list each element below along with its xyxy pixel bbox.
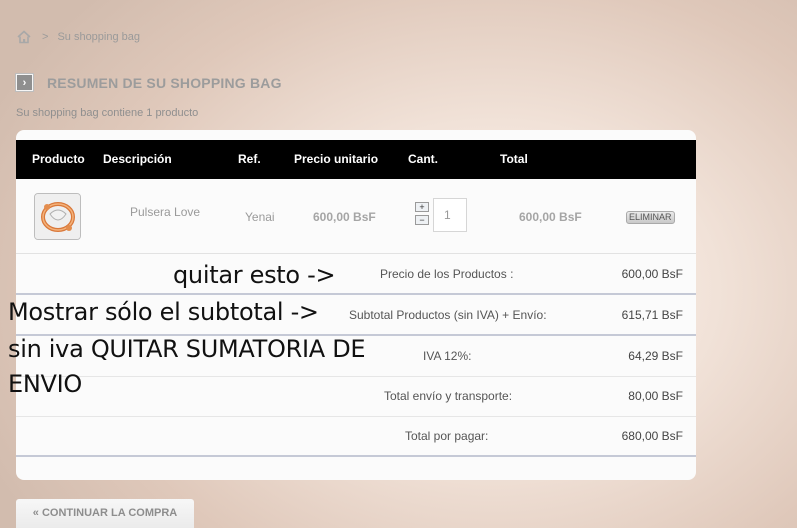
product-description[interactable]: Pulsera Love [130,205,200,219]
quantity-buttons: + − [415,202,429,228]
delete-button[interactable]: ELIMINAR [626,211,675,224]
row-total: 600,00 BsF [519,210,582,224]
arrow-right-icon: › [16,74,33,91]
qty-plus-button[interactable]: + [415,202,429,212]
table-header: Producto Descripción Ref. Precio unitari… [16,140,696,179]
summary-label: Subtotal Productos (sin IVA) + Envío: [349,308,547,322]
header-producto: Producto [32,152,85,166]
summary-label: Total por pagar: [405,429,489,443]
annotation-subtotal-line2: sin iva QUITAR SUMATORIA DE [8,335,366,363]
annotation-subtotal-line1: Mostrar sólo el subtotal -> [8,298,319,326]
header-total: Total [500,152,528,166]
header-descripcion: Descripción [103,152,172,166]
summary-value: 64,29 BsF [628,349,683,363]
product-ref: Yenai [245,210,275,224]
annotation-subtotal-line3: ENVIO [8,370,83,398]
header-cantidad: Cant. [408,152,438,166]
qty-minus-button[interactable]: − [415,215,429,225]
breadcrumb-current: Su shopping bag [57,31,141,43]
summary-label: IVA 12%: [423,349,472,363]
continue-shopping-button[interactable]: « CONTINUAR LA COMPRA [16,499,194,528]
home-icon[interactable] [16,30,32,44]
summary-row-shipping: Total envío y transporte: 80,00 BsF [16,376,696,417]
summary-label: Precio de los Productos : [380,267,514,281]
summary-value: 600,00 BsF [621,267,683,281]
page-title: RESUMEN DE SU SHOPPING BAG [47,74,282,91]
breadcrumb-separator: > [42,31,49,43]
section-heading: › RESUMEN DE SU SHOPPING BAG [16,74,282,91]
annotation-quitar-esto: quitar esto -> [173,261,336,289]
bag-count-text: Su shopping bag contiene 1 producto [16,107,199,119]
summary-value: 680,00 BsF [621,429,683,443]
breadcrumb: > Su shopping bag [16,29,140,45]
bracelet-thumbnail[interactable] [34,193,81,240]
summary-row-products-price: Precio de los Productos : 600,00 BsF [16,254,696,295]
quantity-input[interactable]: 1 [433,198,467,232]
table-row: Pulsera Love Yenai 600,00 BsF + − 1 600,… [16,179,696,254]
summary-label: Total envío y transporte: [384,389,513,403]
unit-price: 600,00 BsF [313,210,376,224]
summary-row-total: Total por pagar: 680,00 BsF [16,416,696,457]
summary-value: 615,71 BsF [621,308,683,322]
header-ref: Ref. [238,152,261,166]
summary-value: 80,00 BsF [628,389,683,403]
header-precio-unitario: Precio unitario [294,152,379,166]
